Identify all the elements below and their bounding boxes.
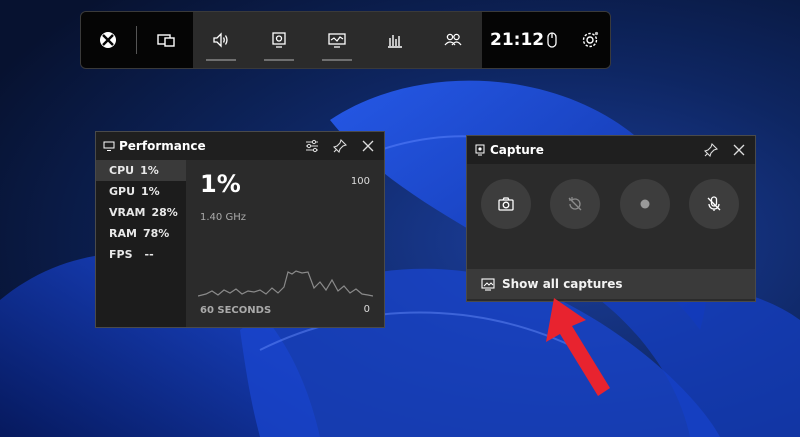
graph-min-label: 0 — [363, 304, 370, 315]
capture-icon — [475, 144, 485, 156]
close-icon[interactable] — [358, 136, 378, 156]
mic-toggle-button[interactable] — [689, 179, 739, 229]
performance-widget: Performance CPU 1% GPU 1% VRAM 28% RAM 78% F… — [95, 131, 385, 328]
mouse-icon[interactable] — [532, 12, 572, 68]
gear-icon[interactable] — [570, 12, 610, 68]
metric-vram[interactable]: VRAM 28% — [96, 202, 186, 223]
record-last-icon — [568, 197, 582, 211]
active-underline — [206, 59, 236, 61]
active-underline — [322, 59, 352, 61]
metrics-list: CPU 1% GPU 1% VRAM 28% RAM 78% FPS -- — [96, 160, 186, 327]
metric-gpu[interactable]: GPU 1% — [96, 181, 186, 202]
cpu-frequency: 1.40 GHz — [200, 212, 246, 223]
camera-icon — [498, 197, 514, 211]
annotation-arrow — [546, 298, 610, 396]
pin-icon[interactable] — [701, 140, 721, 160]
gallery-icon — [481, 278, 495, 291]
performance-icon[interactable] — [312, 12, 362, 68]
widget-menu-icon[interactable] — [141, 12, 191, 68]
capture-header[interactable]: Capture — [467, 136, 755, 164]
screenshot-button[interactable] — [481, 179, 531, 229]
graph-max-label: 100 — [350, 176, 370, 187]
performance-header[interactable]: Performance — [96, 132, 384, 160]
performance-detail: 1% 1.40 GHz 100 60 SECONDS 0 — [186, 160, 384, 327]
performance-title: Performance — [119, 139, 206, 153]
capture-widget: Capture Show all captures — [466, 135, 756, 302]
game-bar-right-section: 21:12 — [482, 12, 610, 68]
record-icon — [640, 199, 650, 209]
audio-icon[interactable] — [196, 12, 246, 68]
capture-title: Capture — [490, 143, 544, 157]
record-last-button[interactable] — [550, 179, 600, 229]
social-icon[interactable] — [428, 12, 478, 68]
current-usage: 1% — [200, 170, 241, 198]
capture-icon[interactable] — [254, 12, 304, 68]
game-bar: 21:12 — [80, 11, 611, 69]
metric-cpu[interactable]: CPU 1% — [96, 160, 186, 181]
metric-fps[interactable]: FPS -- — [96, 244, 186, 265]
xbox-icon[interactable] — [83, 12, 133, 68]
record-button[interactable] — [620, 179, 670, 229]
usage-graph — [198, 270, 373, 297]
game-bar-left-section — [81, 12, 193, 68]
options-icon[interactable] — [302, 136, 322, 156]
game-bar-widgets-section — [193, 12, 482, 68]
performance-icon — [103, 141, 115, 151]
graph-window-label: 60 SECONDS — [200, 305, 272, 316]
active-underline — [264, 59, 294, 61]
resources-icon[interactable] — [370, 12, 420, 68]
close-icon[interactable] — [729, 140, 749, 160]
pin-icon[interactable] — [330, 136, 350, 156]
separator — [136, 26, 137, 54]
mic-off-icon — [707, 196, 721, 211]
metric-ram[interactable]: RAM 78% — [96, 223, 186, 244]
